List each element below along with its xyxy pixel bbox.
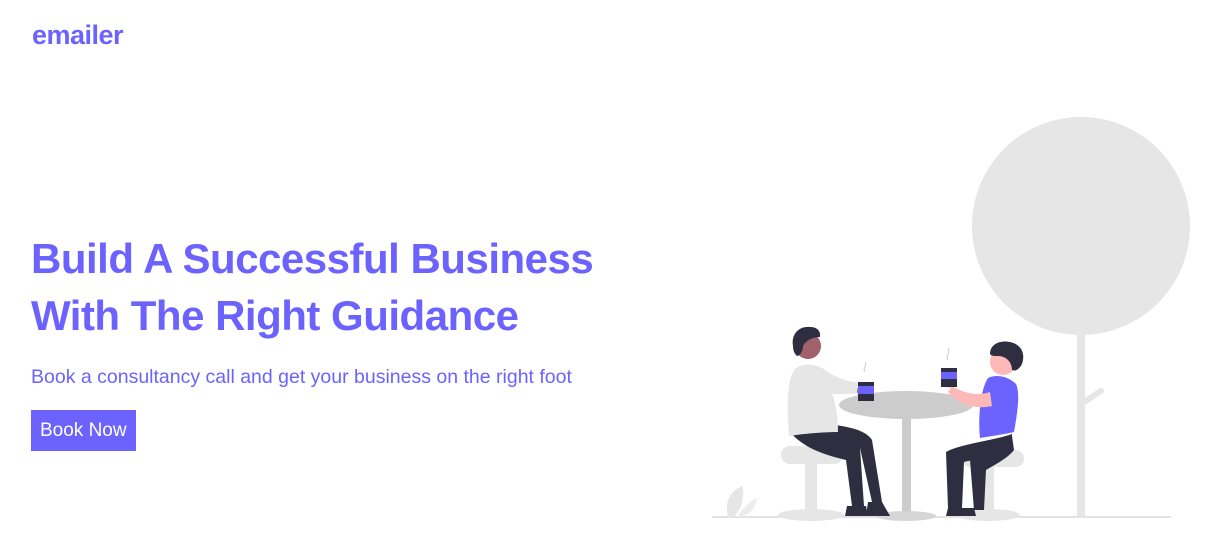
- book-now-button[interactable]: Book Now: [31, 410, 136, 451]
- hero-section: Build A Successful Business With The Rig…: [31, 230, 671, 451]
- landing-page: emailer Build A Successful Business With…: [0, 0, 1216, 544]
- logo[interactable]: emailer: [32, 20, 124, 51]
- left-coffee-cup-icon: [858, 361, 874, 401]
- left-person: [787, 326, 890, 516]
- right-coffee-cup-icon: [941, 347, 957, 387]
- cafe-meeting-illustration: [712, 117, 1190, 521]
- tree-trunk: [1077, 330, 1085, 517]
- hero-headline-line-2: With The Right Guidance: [31, 292, 519, 339]
- tree-canopy: [972, 117, 1190, 335]
- right-person: [944, 341, 1024, 516]
- hero-headline-line-1: Build A Successful Business: [31, 235, 594, 282]
- table-leg: [902, 414, 911, 517]
- hero-subtitle: Book a consultancy call and get your bus…: [31, 366, 572, 388]
- hero-headline: Build A Successful Business With The Rig…: [31, 230, 671, 344]
